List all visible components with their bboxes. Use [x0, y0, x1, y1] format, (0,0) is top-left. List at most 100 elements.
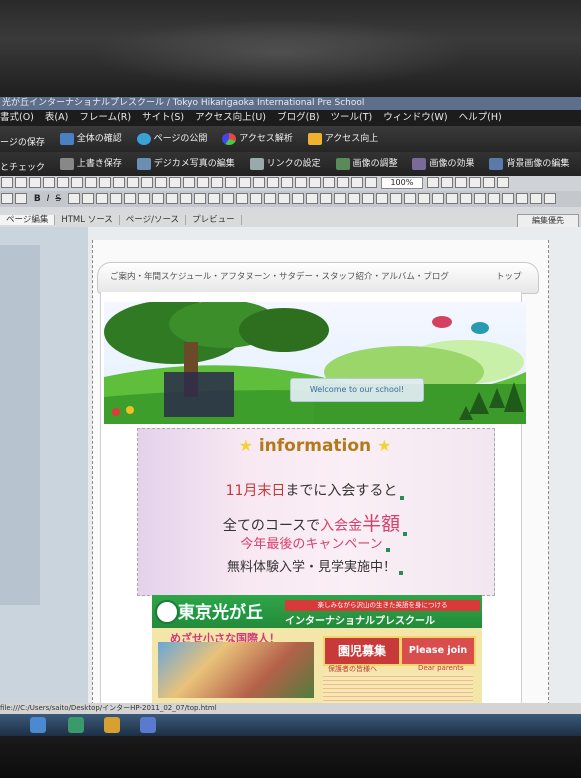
- zoom-select[interactable]: 100%: [380, 176, 423, 189]
- tool-button[interactable]: [351, 177, 363, 188]
- tool-button[interactable]: [197, 177, 209, 188]
- tool-button[interactable]: [516, 193, 528, 204]
- tool-button[interactable]: [292, 193, 304, 204]
- tool-button[interactable]: [1, 177, 13, 188]
- menu-format[interactable]: 書式(O): [0, 112, 34, 123]
- publish-button[interactable]: ページの公開: [136, 126, 207, 152]
- strike-button[interactable]: S: [55, 194, 61, 204]
- tool-button[interactable]: [468, 177, 481, 188]
- bg-image-edit-button[interactable]: 背景画像の編集: [489, 152, 569, 176]
- tool-button[interactable]: [496, 177, 509, 188]
- bold-button[interactable]: B: [34, 194, 41, 204]
- tool-button[interactable]: [239, 177, 251, 188]
- tool-button[interactable]: [183, 177, 195, 188]
- menu-access[interactable]: アクセス向上(U): [195, 112, 266, 123]
- tool-button[interactable]: [309, 177, 321, 188]
- tool-button[interactable]: [29, 177, 41, 188]
- tool-button[interactable]: [1, 193, 13, 204]
- tab-page-edit[interactable]: ページ編集: [0, 215, 56, 225]
- tab-preview[interactable]: プレビュー: [186, 215, 242, 225]
- menu-table[interactable]: 表(A): [45, 112, 68, 123]
- tool-button[interactable]: [141, 177, 153, 188]
- nav-top-link[interactable]: トップ: [496, 270, 522, 282]
- tool-button[interactable]: [278, 193, 290, 204]
- tool-button[interactable]: [222, 193, 234, 204]
- tool-button[interactable]: [113, 177, 125, 188]
- tab-html-source[interactable]: HTML ソース: [55, 215, 120, 225]
- tool-button[interactable]: [337, 177, 349, 188]
- taskbar-app-icon[interactable]: [140, 717, 156, 733]
- tool-button[interactable]: [281, 177, 293, 188]
- tool-button[interactable]: [426, 177, 439, 188]
- tool-button[interactable]: [530, 193, 542, 204]
- taskbar-app-icon[interactable]: [30, 717, 46, 733]
- tool-button[interactable]: [348, 193, 360, 204]
- tool-button[interactable]: [365, 177, 377, 188]
- tool-button[interactable]: [482, 177, 495, 188]
- tool-button[interactable]: [446, 193, 458, 204]
- menu-help[interactable]: ヘルプ(H): [459, 112, 502, 123]
- tool-button[interactable]: [418, 193, 430, 204]
- tool-button[interactable]: [295, 177, 307, 188]
- tool-button[interactable]: [180, 193, 192, 204]
- tool-button[interactable]: [460, 193, 472, 204]
- tool-button[interactable]: [99, 177, 111, 188]
- tool-button[interactable]: [166, 193, 178, 204]
- tool-button[interactable]: [502, 193, 514, 204]
- tool-button[interactable]: [404, 193, 416, 204]
- tool-button[interactable]: [390, 193, 402, 204]
- tool-button[interactable]: [253, 177, 265, 188]
- tool-button[interactable]: [376, 193, 388, 204]
- overwrite-save-button[interactable]: 上書き保存: [59, 152, 122, 176]
- tool-button[interactable]: [15, 193, 27, 204]
- menu-tools[interactable]: ツール(T): [331, 112, 373, 123]
- tool-button[interactable]: [124, 193, 136, 204]
- taskbar-app-icon[interactable]: [68, 717, 84, 733]
- tool-button[interactable]: [43, 177, 55, 188]
- menu-blog[interactable]: ブログ(B): [277, 112, 319, 123]
- tool-button[interactable]: [211, 177, 223, 188]
- tool-button[interactable]: [110, 193, 122, 204]
- tool-button[interactable]: [362, 193, 374, 204]
- tool-button[interactable]: [334, 193, 346, 204]
- photo-edit-button[interactable]: デジカメ写真の編集: [136, 152, 235, 176]
- tool-button[interactable]: [267, 177, 279, 188]
- tool-button[interactable]: [323, 177, 335, 188]
- menu-site[interactable]: サイト(S): [142, 112, 184, 123]
- tool-button[interactable]: [155, 177, 167, 188]
- tool-button[interactable]: [225, 177, 237, 188]
- tool-button[interactable]: [432, 193, 444, 204]
- tool-button[interactable]: [138, 193, 150, 204]
- tool-button[interactable]: [544, 193, 556, 204]
- tool-button[interactable]: [82, 193, 94, 204]
- tool-button[interactable]: [208, 193, 220, 204]
- tool-button[interactable]: [15, 177, 27, 188]
- site-nav-links[interactable]: ご案内・年間スケジュール・アフタヌーン・サタデー・スタッフ紹介・アルバム・ブログ: [110, 270, 449, 282]
- tool-button[interactable]: [236, 193, 248, 204]
- tool-button[interactable]: [320, 193, 332, 204]
- taskbar-app-icon[interactable]: [104, 717, 120, 733]
- overall-check-button[interactable]: 全体の確認: [59, 126, 122, 152]
- tool-button[interactable]: [127, 177, 139, 188]
- tool-button[interactable]: [57, 177, 69, 188]
- tool-button[interactable]: [440, 177, 453, 188]
- italic-button[interactable]: I: [47, 194, 50, 204]
- tool-button[interactable]: [152, 193, 164, 204]
- image-effect-button[interactable]: 画像の効果: [412, 152, 474, 176]
- image-adjust-button[interactable]: 画像の調整: [335, 152, 398, 176]
- tool-button[interactable]: [194, 193, 206, 204]
- tool-button[interactable]: [169, 177, 181, 188]
- tool-button[interactable]: [250, 193, 262, 204]
- access-analysis-button[interactable]: アクセス解析: [222, 126, 293, 152]
- tool-button[interactable]: [306, 193, 318, 204]
- tab-page-source[interactable]: ページ/ソース: [119, 215, 187, 225]
- menu-frame[interactable]: フレーム(R): [79, 112, 131, 123]
- menu-window[interactable]: ウィンドウ(W): [383, 112, 447, 123]
- edit-mode-select[interactable]: 編集優先: [517, 214, 579, 228]
- tool-button[interactable]: [96, 193, 108, 204]
- tool-button[interactable]: [264, 193, 276, 204]
- tool-button[interactable]: [488, 193, 500, 204]
- link-settings-button[interactable]: リンクの設定: [249, 152, 321, 176]
- tool-button[interactable]: [85, 177, 97, 188]
- access-up-button[interactable]: アクセス向上: [307, 126, 378, 152]
